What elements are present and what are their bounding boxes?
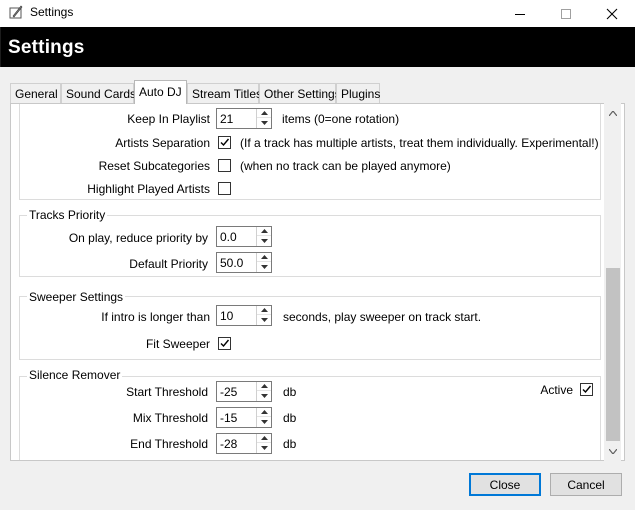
artists-separation-note: (If a track has multiple artists, treat …	[240, 136, 599, 150]
reset-subcategories-checkbox[interactable]	[218, 159, 231, 172]
keep-in-playlist-label: Keep In Playlist	[127, 112, 210, 126]
spin-down-icon[interactable]	[257, 118, 271, 127]
intro-longer-note: seconds, play sweeper on track start.	[283, 310, 482, 324]
maximize-icon	[561, 8, 571, 19]
highlight-played-artists-label: Highlight Played Artists	[87, 182, 210, 196]
fit-sweeper-label: Fit Sweeper	[145, 337, 210, 351]
spin-up-icon[interactable]	[257, 227, 271, 236]
tab-general[interactable]: General	[10, 83, 61, 103]
spin-down-icon[interactable]	[257, 315, 271, 324]
spin-up-icon[interactable]	[257, 408, 271, 417]
end-threshold-unit: db	[283, 437, 297, 451]
spin-down-icon[interactable]	[257, 417, 271, 426]
spin-down-icon[interactable]	[257, 262, 271, 271]
intro-longer-label: If intro is longer than	[101, 310, 210, 324]
cancel-button[interactable]: Cancel	[550, 473, 622, 496]
active-checkbox[interactable]	[580, 383, 593, 396]
close-window-button[interactable]	[589, 0, 635, 27]
close-icon	[606, 8, 618, 19]
end-threshold-spinner[interactable]: -28	[216, 433, 272, 454]
mix-threshold-label: Mix Threshold	[132, 411, 208, 425]
spin-up-icon[interactable]	[257, 434, 271, 443]
mix-threshold-spinner[interactable]: -15	[216, 407, 272, 428]
artists-separation-label: Artists Separation	[115, 136, 210, 150]
end-threshold-value[interactable]: -28	[220, 437, 237, 451]
keep-in-playlist-value[interactable]: 21	[220, 112, 233, 126]
reduce-priority-value[interactable]: 0.0	[220, 230, 237, 244]
intro-longer-value[interactable]: 10	[220, 309, 233, 323]
minimize-button[interactable]	[497, 0, 543, 27]
tab-plugins[interactable]: Plugins	[336, 83, 380, 103]
close-button[interactable]: Close	[469, 473, 541, 496]
mix-threshold-unit: db	[283, 411, 297, 425]
default-priority-spinner[interactable]: 50.0	[216, 252, 272, 273]
scroll-up-icon[interactable]	[607, 107, 619, 119]
spin-down-icon[interactable]	[257, 443, 271, 452]
window-title: Settings	[30, 5, 74, 19]
spin-up-icon[interactable]	[257, 253, 271, 262]
reduce-priority-label: On play, reduce priority by	[68, 231, 208, 245]
app-icon	[9, 5, 23, 19]
sweeper-settings-title: Sweeper Settings	[27, 290, 126, 304]
keep-in-playlist-spinner[interactable]: 21	[216, 108, 272, 129]
spin-up-icon[interactable]	[257, 109, 271, 118]
tracks-priority-title: Tracks Priority	[27, 208, 108, 222]
tab-other-settings[interactable]: Other Settings	[259, 83, 341, 103]
header-band	[0, 27, 635, 67]
scroll-down-icon[interactable]	[607, 445, 619, 457]
spin-down-icon[interactable]	[257, 391, 271, 400]
start-threshold-value[interactable]: -25	[220, 385, 237, 399]
minimize-icon	[515, 13, 525, 15]
start-threshold-spinner[interactable]: -25	[216, 381, 272, 402]
checkmark-icon	[582, 385, 592, 394]
spin-down-icon[interactable]	[257, 236, 271, 245]
start-threshold-unit: db	[283, 385, 297, 399]
end-threshold-label: End Threshold	[130, 437, 208, 451]
maximize-button[interactable]	[543, 0, 589, 27]
default-priority-value[interactable]: 50.0	[220, 256, 243, 270]
artists-separation-checkbox[interactable]	[218, 136, 231, 149]
start-threshold-label: Start Threshold	[126, 385, 208, 399]
auto-dj-page: Keep In Playlist 21 items (0=one rotatio…	[10, 103, 625, 461]
tab-stream-titles[interactable]: Stream Titles	[187, 83, 262, 103]
keep-in-playlist-note: items (0=one rotation)	[282, 112, 400, 126]
scrollbar-thumb[interactable]	[606, 268, 620, 441]
page-title: Settings	[8, 37, 85, 58]
silence-remover-title: Silence Remover	[27, 368, 123, 382]
spin-up-icon[interactable]	[257, 306, 271, 315]
tab-sound-cards[interactable]: Sound Cards	[61, 83, 136, 103]
reduce-priority-spinner[interactable]: 0.0	[216, 226, 272, 247]
reset-subcategories-note: (when no track can be played anymore)	[240, 159, 451, 173]
checkmark-icon	[220, 339, 230, 348]
highlight-played-artists-checkbox[interactable]	[218, 182, 231, 195]
reset-subcategories-label: Reset Subcategories	[98, 159, 210, 173]
spin-up-icon[interactable]	[257, 382, 271, 391]
intro-longer-spinner[interactable]: 10	[216, 305, 272, 326]
checkmark-icon	[220, 138, 230, 147]
active-label: Active	[540, 383, 573, 397]
default-priority-label: Default Priority	[129, 257, 208, 271]
mix-threshold-value[interactable]: -15	[220, 411, 237, 425]
tab-auto-dj[interactable]: Auto DJ	[134, 80, 187, 104]
fit-sweeper-checkbox[interactable]	[218, 337, 231, 350]
